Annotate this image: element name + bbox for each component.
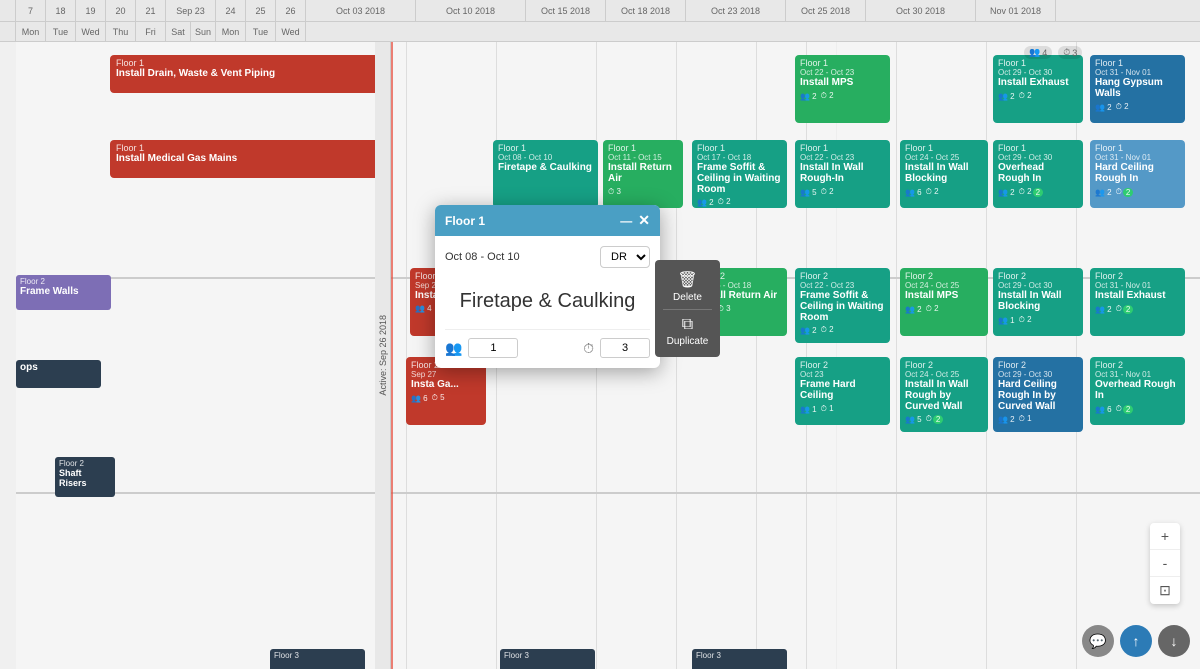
popup-task-name: Firetape & Caulking [445,278,650,329]
date-cell: 18 [46,0,76,21]
task-card[interactable]: Floor 2 Oct 22 - Oct 23 Frame Soffit & C… [795,268,890,343]
task-card[interactable]: Floor 2 Oct 31 - Nov 01 Overhead Rough I… [1090,357,1185,425]
date-cell: Oct 18 2018 [606,0,686,21]
date-cell: Nov 01 2018 [976,0,1056,21]
day-cell: Thu [106,22,136,41]
task-popup[interactable]: Floor 1 — ✕ Oct 08 - Oct 10 DR CR Fireta… [435,205,660,368]
task-card[interactable]: Floor 1 Install Drain, Waste & Vent Pipi… [110,55,380,93]
duration-input[interactable] [600,338,650,358]
date-cell: Oct 30 2018 [866,0,976,21]
crew-input[interactable] [468,338,518,358]
popup-close-button[interactable]: ✕ [638,212,650,229]
zoom-reset-button[interactable]: ⊡ [1150,577,1180,604]
date-cell: 21 [136,0,166,21]
duplicate-label: Duplicate [667,336,709,347]
nav-controls: 💬 ↑ ↓ [1082,625,1190,657]
task-card[interactable]: Floor 3 [500,649,595,669]
zoom-in-button[interactable]: + [1150,523,1180,550]
context-duplicate[interactable]: ⧉ Duplicate [655,310,720,353]
popup-body: Oct 08 - Oct 10 DR CR Firetape & Caulkin… [435,236,660,368]
zoom-controls: + - ⊡ [1150,523,1180,604]
task-card[interactable]: Floor 1 Oct 17 - Oct 18 Frame Soffit & C… [692,140,787,208]
task-card[interactable]: Floor 1 Oct 29 - Oct 30 Overhead Rough I… [993,140,1083,208]
task-card[interactable]: Floor 2 Oct 29 - Oct 30 Hard Ceiling Rou… [993,357,1083,432]
date-header: 7 18 19 20 21 Sep 23 24 25 26 Oct 03 201… [0,0,1200,22]
task-card[interactable]: Floor 2 Oct 24 - Oct 25 Install In Wall … [900,357,988,432]
task-card[interactable]: Floor 1 Oct 31 - Nov 01 Hard Ceiling Rou… [1090,140,1185,208]
task-card[interactable]: Floor 2 Oct 23 Frame Hard Ceiling 👥 1⏱ 1 [795,357,890,425]
popup-tag-select[interactable]: DR CR [600,246,650,268]
day-cell: Wed [76,22,106,41]
date-cell: Oct 23 2018 [686,0,786,21]
nav-down-button[interactable]: ↓ [1158,625,1190,657]
chat-button[interactable]: 💬 [1082,625,1114,657]
zoom-out-button[interactable]: - [1150,550,1180,577]
day-cell: Sun [191,22,216,41]
task-card[interactable]: Floor 2 Oct 31 - Nov 01 Install Exhaust … [1090,268,1185,336]
task-card-firetape[interactable]: Floor 1 Oct 08 - Oct 10 Firetape & Caulk… [493,140,598,208]
task-card[interactable]: Floor 2 Oct 24 - Oct 25 Install MPS 👥 2⏱… [900,268,988,336]
date-cell: 25 [246,0,276,21]
today-line [391,42,393,669]
crew-icon: 👥 [445,340,462,357]
task-card[interactable]: Floor 3 [270,649,365,669]
gantt-wrapper: 7 18 19 20 21 Sep 23 24 25 26 Oct 03 201… [0,0,1200,669]
popup-title: Floor 1 [445,214,485,228]
task-card[interactable]: Floor 2 Oct 29 - Oct 30 Install In Wall … [993,268,1083,336]
popup-header: Floor 1 — ✕ [435,205,660,236]
task-card[interactable]: Floor 2 Shaft Risers [55,457,115,497]
date-cell: 7 [16,0,46,21]
ops-label: ops [16,360,101,388]
task-card[interactable]: Floor 1 Oct 11 - Oct 15 Install Return A… [603,140,683,208]
task-card-wall-blocking[interactable]: Floor 1 Oct 24 - Oct 25 Install In Wall … [900,140,988,208]
context-menu: 🗑 Delete ⧉ Duplicate [655,260,720,357]
day-cell: Sat [166,22,191,41]
floor2-label: Floor 2 Frame Walls [16,275,111,310]
day-cell: Tue [246,22,276,41]
date-cell: Oct 03 2018 [306,0,416,21]
date-cell: 24 [216,0,246,21]
day-header: Mon Tue Wed Thu Fri Sat Sun Mon Tue Wed [0,22,1200,42]
date-cell: Oct 25 2018 [786,0,866,21]
day-cell: Wed [276,22,306,41]
task-card[interactable]: Floor 1 Oct 29 - Oct 30 Install Exhaust … [993,55,1083,123]
delete-icon: 🗑 [677,270,697,290]
task-card[interactable]: Floor 1 Oct 22 - Oct 23 Install MPS 👥 2⏱… [795,55,890,123]
date-cell: 20 [106,0,136,21]
date-cell: Sep 23 [166,0,216,21]
today-badge: 👥4 ⏱3 [1020,42,1086,63]
popup-minimize[interactable]: — [620,214,632,228]
date-cell: 26 [276,0,306,21]
date-cell: 19 [76,0,106,21]
duration-icon: ⏱ [583,340,594,357]
day-cell: Mon [216,22,246,41]
task-card[interactable]: Floor 1 Oct 31 - Nov 01 Hang Gypsum Wall… [1090,55,1185,123]
day-cell: Fri [136,22,166,41]
task-card[interactable]: Floor 1 Oct 22 - Oct 23 Install In Wall … [795,140,890,208]
date-cell: Oct 15 2018 [526,0,606,21]
delete-label: Delete [673,292,702,303]
day-cell: Mon [16,22,46,41]
task-card[interactable]: Floor 1 Install Medical Gas Mains [110,140,380,178]
popup-date-range: Oct 08 - Oct 10 [445,251,520,263]
nav-up-button[interactable]: ↑ [1120,625,1152,657]
duplicate-icon: ⧉ [682,316,693,334]
context-delete[interactable]: 🗑 Delete [655,264,720,309]
active-label: Active: Sep 26 2018 [375,42,391,669]
date-cell: Oct 10 2018 [416,0,526,21]
day-cell: Tue [46,22,76,41]
task-card[interactable]: Floor 3 [692,649,787,669]
